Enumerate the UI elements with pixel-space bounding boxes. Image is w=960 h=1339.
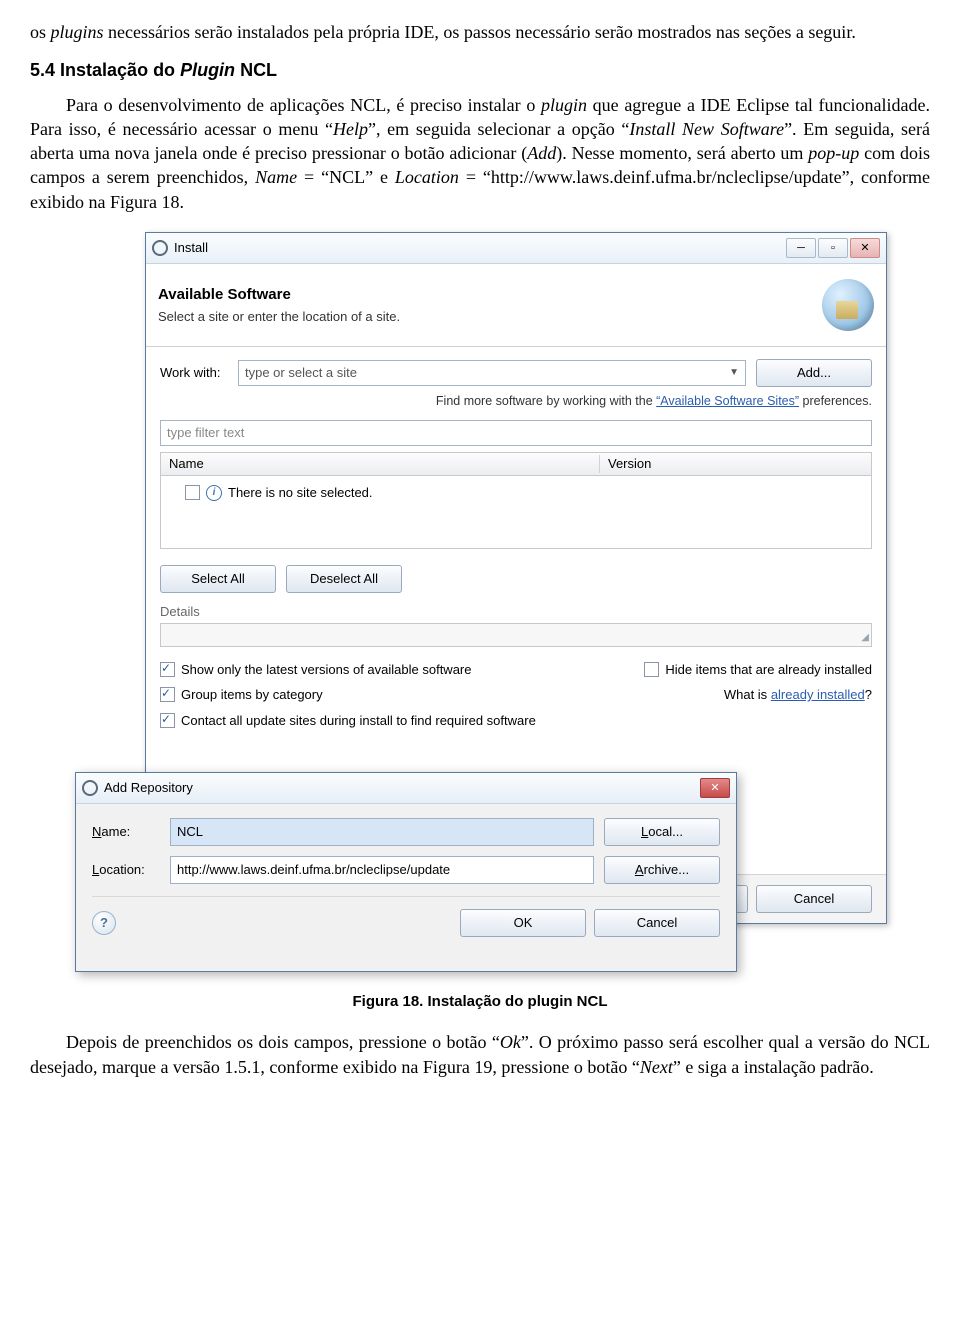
work-with-label: Work with: xyxy=(160,364,238,382)
paragraph-intro: os plugins necessários serão instalados … xyxy=(30,20,930,44)
paragraph-body: Para o desenvolvimento de aplicações NCL… xyxy=(30,93,930,214)
checkbox-icon[interactable] xyxy=(185,485,200,500)
already-installed-link[interactable]: already installed xyxy=(771,687,865,702)
cancel-button[interactable]: Cancel xyxy=(756,885,872,913)
close-button[interactable]: ✕ xyxy=(700,778,730,798)
cancel-button[interactable]: Cancel xyxy=(594,909,720,937)
info-icon: i xyxy=(206,485,222,501)
ok-button[interactable]: OK xyxy=(460,909,586,937)
addrepo-titlebar: Add Repository ✕ xyxy=(76,773,736,804)
location-input[interactable]: http://www.laws.deinf.ufma.br/ncleclipse… xyxy=(170,856,594,884)
install-title: Install xyxy=(174,239,208,257)
tree-body: i There is no site selected. xyxy=(160,476,872,549)
details-box: ◢ xyxy=(160,623,872,647)
select-all-button[interactable]: Select All xyxy=(160,565,276,593)
checkbox-icon[interactable] xyxy=(644,662,659,677)
tree-header: Name Version xyxy=(160,452,872,476)
name-input[interactable]: NCL xyxy=(170,818,594,846)
header-subtitle: Select a site or enter the location of a… xyxy=(158,308,400,326)
software-globe-icon xyxy=(822,279,874,331)
figure-18-screenshot: Install ─ ▫ ✕ Available Software Select … xyxy=(75,232,885,982)
add-button[interactable]: Add... xyxy=(756,359,872,387)
checkbox-icon[interactable] xyxy=(160,687,175,702)
opt-group-category: Group items by category xyxy=(181,686,323,704)
maximize-button[interactable]: ▫ xyxy=(818,238,848,258)
checkbox-icon[interactable] xyxy=(160,713,175,728)
available-sites-link[interactable]: “Available Software Sites” xyxy=(656,394,799,408)
deselect-all-button[interactable]: Deselect All xyxy=(286,565,402,593)
install-titlebar: Install ─ ▫ ✕ xyxy=(146,233,886,264)
name-label: Name: xyxy=(92,823,160,841)
header-title: Available Software xyxy=(158,285,400,305)
no-site-message: There is no site selected. xyxy=(228,484,373,502)
opt-contact-sites: Contact all update sites during install … xyxy=(181,712,536,730)
opt-latest-versions: Show only the latest versions of availab… xyxy=(181,661,472,679)
resize-grip-icon[interactable]: ◢ xyxy=(861,631,869,645)
close-button[interactable]: ✕ xyxy=(850,238,880,258)
already-installed-text: What is already installed? xyxy=(724,686,872,704)
local-button[interactable]: Local... xyxy=(604,818,720,846)
eclipse-icon xyxy=(152,240,168,256)
eclipse-icon xyxy=(82,780,98,796)
filter-input[interactable]: type filter text xyxy=(160,420,872,446)
tree-row: i There is no site selected. xyxy=(185,484,863,502)
archive-button[interactable]: Archive... xyxy=(604,856,720,884)
chevron-down-icon: ▼ xyxy=(729,366,739,380)
details-label: Details xyxy=(160,603,872,621)
column-version[interactable]: Version xyxy=(600,455,871,473)
addrepo-title: Add Repository xyxy=(104,779,193,797)
section-heading: 5.4 Instalação do Plugin NCL xyxy=(30,58,930,82)
paragraph-after: Depois de preenchidos os dois campos, pr… xyxy=(30,1030,930,1079)
column-name[interactable]: Name xyxy=(161,455,600,473)
work-with-combo[interactable]: type or select a site ▼ xyxy=(238,360,746,386)
help-icon[interactable]: ? xyxy=(92,911,116,935)
install-header: Available Software Select a site or ente… xyxy=(146,264,886,347)
location-label: Location: xyxy=(92,861,160,879)
minimize-button[interactable]: ─ xyxy=(786,238,816,258)
opt-hide-installed: Hide items that are already installed xyxy=(665,661,872,679)
available-sites-hint: Find more software by working with the “… xyxy=(160,393,872,410)
checkbox-icon[interactable] xyxy=(160,662,175,677)
figure-caption: Figura 18. Instalação do plugin NCL xyxy=(30,992,930,1012)
add-repository-dialog: Add Repository ✕ Name: NCL Local... Loca… xyxy=(75,772,737,972)
